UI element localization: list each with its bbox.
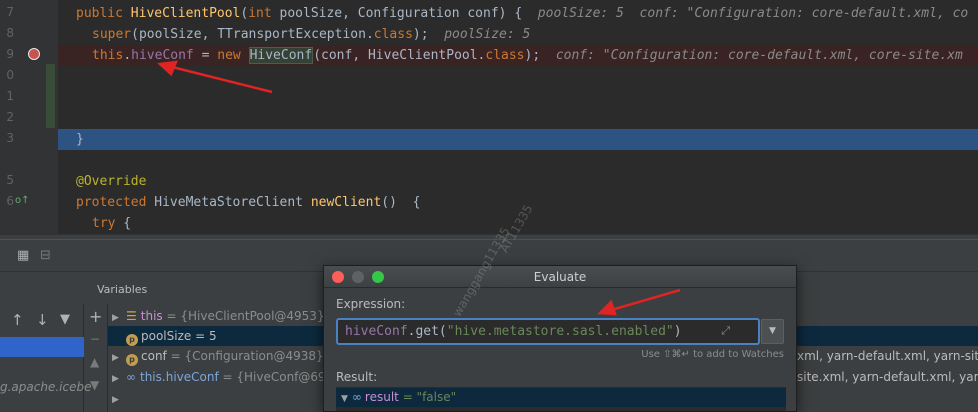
parameter-icon: p xyxy=(126,354,138,366)
dialog-titlebar[interactable]: Evaluate xyxy=(324,266,796,288)
filter-icon[interactable]: ▼ xyxy=(60,312,70,327)
expand-icon: ▶ xyxy=(112,395,119,405)
table-view-icon[interactable]: ▦ xyxy=(17,248,29,263)
dialog-title: Evaluate xyxy=(533,270,587,284)
line-number: 6 xyxy=(6,194,14,208)
parameter-icon: p xyxy=(126,334,138,346)
override-icon[interactable]: o↑ xyxy=(15,195,30,206)
watch-icon: ∞ xyxy=(351,390,362,404)
field-icon: ☰ xyxy=(126,309,137,323)
variable-row[interactable]: ▶ xyxy=(112,388,126,408)
expand-editor-icon[interactable]: ⤢ xyxy=(721,324,730,338)
line-number: 0 xyxy=(6,68,14,82)
line-number: 7 xyxy=(6,5,14,19)
evaluate-dialog: Evaluate Expression: hiveConf.get("hive.… xyxy=(323,265,797,412)
expression-input[interactable]: hiveConf.get("hive.metastore.sasl.enable… xyxy=(336,318,760,345)
up-arrow-icon[interactable]: ↑ xyxy=(11,311,24,329)
down-arrow-icon[interactable]: ↓ xyxy=(36,311,49,329)
watch-icon: ∞ xyxy=(126,370,136,384)
line-number: 2 xyxy=(6,110,14,124)
frame-item[interactable]: g.apache.icebe xyxy=(0,380,91,394)
breakpoint-line[interactable]: this.hiveConf = new HiveConf(conf, HiveC… xyxy=(58,45,978,66)
variables-title: Variables xyxy=(97,283,148,296)
variable-row[interactable]: ▶ p conf = {Configuration@4938} xyxy=(112,346,324,366)
line-number: 8 xyxy=(6,26,14,40)
line-number: 5 xyxy=(6,173,14,187)
down-icon[interactable]: ▼ xyxy=(90,378,99,392)
execution-point-line[interactable]: } xyxy=(58,129,978,150)
variable-row[interactable]: ▶ ∞ this.hiveConf = {HiveConf@69 xyxy=(112,367,326,387)
result-label: Result: xyxy=(336,370,378,384)
code-line[interactable]: super(poolSize, TTransportException.clas… xyxy=(58,24,978,45)
code-editor[interactable]: 7 8 9 0 1 2 3 5 6 o↑ public HiveClientPo… xyxy=(0,0,978,234)
result-row[interactable]: ▼ ∞ result = "false" xyxy=(336,388,786,407)
variables-actions: + − ▲ ▼ xyxy=(84,304,108,412)
line-number: 1 xyxy=(6,89,14,103)
collapse-icon: ▼ xyxy=(341,394,348,404)
change-marker xyxy=(46,64,55,128)
watch-hint: Use ⇧⌘↵ to add to Watches xyxy=(641,349,784,360)
up-icon[interactable]: ▲ xyxy=(90,355,99,369)
line-number: 9 xyxy=(6,47,14,61)
expression-label: Expression: xyxy=(336,297,406,311)
expand-icon: ▶ xyxy=(112,374,119,384)
variable-value-overflow: site.xml, yarn-default.xml, yarn- xyxy=(797,370,978,384)
breakpoint-icon[interactable] xyxy=(28,48,40,60)
variable-value-overflow: xml, yarn-default.xml, yarn-site. xyxy=(797,349,978,363)
selected-frame[interactable] xyxy=(0,337,84,357)
code-line[interactable]: public HiveClientPool(int poolSize, Conf… xyxy=(58,3,978,24)
add-watch-icon[interactable]: + xyxy=(89,307,102,326)
remove-icon[interactable]: − xyxy=(90,332,100,346)
expand-icon: ▶ xyxy=(112,313,119,323)
layout-icon[interactable]: ⊟ xyxy=(40,248,51,263)
variable-row[interactable]: ▶ ☰ this = {HiveClientPool@4953} xyxy=(112,306,325,326)
line-number: 3 xyxy=(6,131,14,145)
history-dropdown-button[interactable]: ▼ xyxy=(761,319,784,344)
result-tree: ▼ ∞ result = "false" xyxy=(336,387,786,411)
code-line[interactable]: @Override xyxy=(58,171,978,192)
expand-icon: ▶ xyxy=(112,353,119,363)
